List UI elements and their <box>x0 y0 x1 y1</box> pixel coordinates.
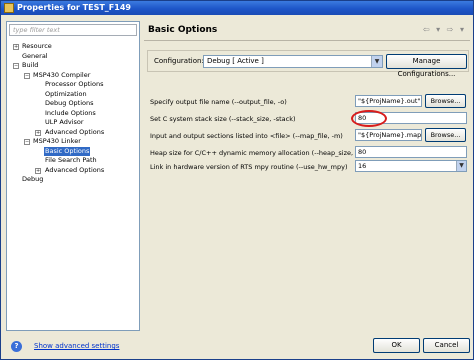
hw-mpy-value: 16 <box>358 162 367 170</box>
page-title: Basic Options <box>148 25 218 35</box>
output-file-label: Specify output file name (--output_file,… <box>150 98 287 106</box>
filter-input[interactable]: type filter text <box>9 24 137 36</box>
configuration-group: Configuration: Debug [ Active ] ▼ Manage… <box>147 50 469 78</box>
configuration-select[interactable]: Debug [ Active ] ▼ <box>203 55 383 68</box>
properties-dialog: Properties for TEST_F149 type filter tex… <box>0 0 474 360</box>
output-file-browse-button[interactable]: Browse... <box>425 94 466 108</box>
hw-mpy-select[interactable]: 16 ▼ <box>355 160 467 172</box>
title-bar: Properties for TEST_F149 <box>1 1 473 15</box>
dialog-footer: ? Show advanced settings OK Cancel <box>1 333 473 359</box>
configuration-label: Configuration: <box>154 57 204 65</box>
heap-size-input[interactable]: 80 <box>355 146 467 158</box>
divider <box>144 40 470 41</box>
collapse-icon[interactable]: − <box>24 139 30 145</box>
history-nav-icons[interactable]: ⇦ ▾ ⇨ ▾ <box>423 25 466 34</box>
hw-mpy-label: Link in hardware version of RTS mpy rout… <box>150 163 348 171</box>
expand-icon[interactable]: + <box>35 167 41 174</box>
expand-icon[interactable]: + <box>35 129 41 136</box>
settings-pane: Basic Options ⇦ ▾ ⇨ ▾ Configuration: Deb… <box>144 21 470 331</box>
map-file-browse-button[interactable]: Browse... <box>425 128 466 142</box>
chevron-down-icon[interactable]: ▼ <box>456 161 466 171</box>
help-icon[interactable]: ? <box>11 341 22 352</box>
cancel-button[interactable]: Cancel <box>423 338 470 353</box>
navigation-pane: type filter text + Resource General − Bu… <box>6 21 140 331</box>
chevron-down-icon[interactable]: ▼ <box>371 56 382 67</box>
ok-button[interactable]: OK <box>373 338 420 353</box>
collapse-icon[interactable]: − <box>13 63 19 69</box>
map-file-label: Input and output sections listed into <f… <box>150 132 343 140</box>
configuration-value: Debug [ Active ] <box>207 57 264 65</box>
expand-icon[interactable]: + <box>13 44 19 50</box>
output-file-input[interactable]: "${ProjName}.out" <box>355 95 422 107</box>
stack-size-label: Set C system stack size (--stack_size, -… <box>150 115 296 123</box>
manage-configurations-button[interactable]: Manage Configurations... <box>386 54 467 78</box>
show-advanced-settings-link[interactable]: Show advanced settings <box>34 342 119 350</box>
heap-size-label: Heap size for C/C++ dynamic memory alloc… <box>150 149 377 157</box>
window-title: Properties for TEST_F149 <box>17 3 131 12</box>
highlight-annotation <box>351 110 387 127</box>
collapse-icon[interactable]: − <box>24 72 30 79</box>
map-file-input[interactable]: "${ProjName}.map" <box>355 129 422 141</box>
properties-icon <box>4 3 14 13</box>
